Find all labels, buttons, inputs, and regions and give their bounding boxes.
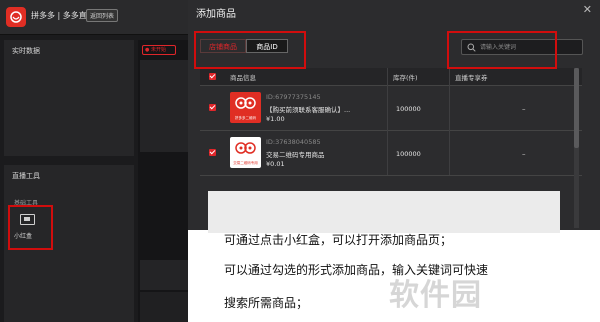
table-scrollbar[interactable] (574, 68, 579, 228)
product-name: 交易二维码专用商品 (266, 151, 325, 159)
product-thumbnail: 拼多多二维码 (230, 92, 261, 123)
product-stock: 100000 (396, 150, 421, 158)
app-topbar: 拼多多 | 多多直播 返回列表 (0, 0, 188, 35)
product-id: ID:67977375145 (266, 93, 321, 101)
pinduoduo-logo-icon (6, 7, 26, 27)
header-live-coupon: 直播专享券 (455, 74, 488, 82)
back-to-list-button[interactable]: 返回列表 (86, 9, 119, 22)
app-right-panel (140, 60, 188, 152)
row-checkbox[interactable] (209, 104, 216, 111)
product-price: ¥0.01 (266, 160, 285, 168)
instruction-line-1: 可通过点击小红盒，可以打开添加商品页； (224, 233, 453, 247)
select-all-checkbox[interactable] (209, 73, 216, 80)
modal-title: 添加商品 (196, 9, 236, 20)
product-stock: 100000 (396, 105, 421, 113)
scrollbar-thumb[interactable] (574, 68, 579, 148)
realtime-data-section: 实时数据 (4, 40, 134, 156)
live-tools-title: 直播工具 (12, 172, 40, 180)
column-divider (387, 68, 388, 175)
product-price: ¥1.00 (266, 115, 285, 123)
column-divider (449, 68, 450, 175)
header-stock: 库存(件) (393, 74, 418, 82)
thumbnail-caption: 交易二维码专用 (233, 161, 258, 165)
product-coupon: – (522, 150, 526, 158)
row-checkbox[interactable] (209, 149, 216, 156)
live-status-chip: ● 未开始 (142, 45, 176, 55)
product-thumbnail: 交易二维码专用 (230, 137, 261, 168)
instruction-line-3: 搜索所需商品； (224, 296, 309, 310)
table-header: 商品信息 库存(件) 直播专享券 (200, 68, 582, 86)
highlight-red-box-tool (8, 205, 53, 250)
modal-footer-placeholder (208, 191, 560, 233)
table-row[interactable]: 交易二维码专用 ID:37638040585 交易二维码专用商品 ¥0.01 1… (200, 131, 582, 176)
product-coupon: – (522, 105, 526, 113)
realtime-data-title: 实时数据 (12, 47, 40, 55)
header-product-info: 商品信息 (230, 74, 256, 82)
highlight-search (447, 31, 557, 69)
product-id: ID:37638040585 (266, 138, 321, 146)
thumbnail-caption: 拼多多二维码 (235, 116, 256, 120)
product-name: 【购买前须联系客服确认】... (266, 106, 351, 114)
watermark-text: 软件园 (389, 278, 482, 313)
app-right-panel-lower (140, 260, 188, 290)
close-icon[interactable]: ✕ (583, 3, 592, 16)
table-row[interactable]: 拼多多二维码 ID:67977375145 【购买前须联系客服确认】... ¥1… (200, 86, 582, 131)
app-right-panel-bottom (140, 292, 188, 322)
highlight-tabs (194, 31, 306, 69)
